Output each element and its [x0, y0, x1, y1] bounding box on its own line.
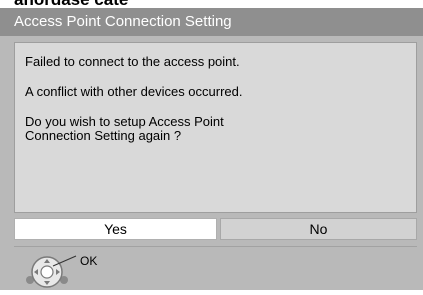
title-bar: Access Point Connection Setting	[0, 8, 423, 36]
remote-dpad-icon	[22, 248, 86, 290]
dialog-title: Access Point Connection Setting	[14, 13, 232, 30]
footer-divider	[14, 246, 417, 247]
message-box: Failed to connect to the access point. A…	[14, 42, 417, 213]
top-strip-text: anordase cate	[14, 0, 128, 8]
access-point-dialog: Access Point Connection Setting Failed t…	[0, 8, 423, 290]
prompt-message: Do you wish to setup Access Point Connec…	[25, 114, 224, 143]
conflict-message: A conflict with other devices occurred.	[25, 84, 243, 99]
yes-button[interactable]: Yes	[14, 218, 217, 240]
no-button[interactable]: No	[220, 218, 417, 240]
top-strip: anordase cate	[0, 0, 423, 8]
ok-label: OK	[80, 254, 98, 268]
error-message: Failed to connect to the access point.	[25, 54, 240, 69]
